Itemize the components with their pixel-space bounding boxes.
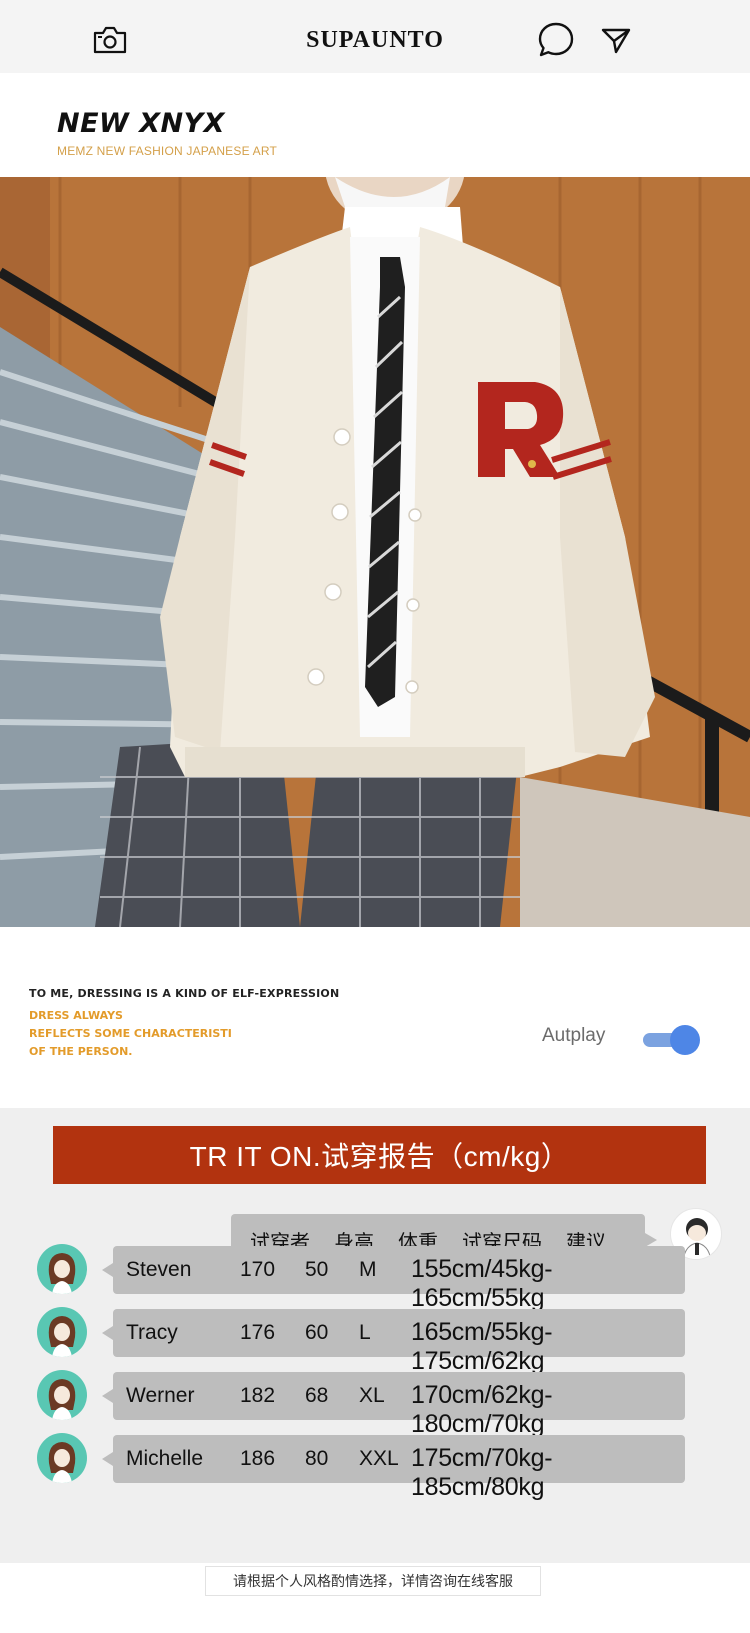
- autoplay-toggle[interactable]: [643, 1024, 701, 1055]
- table-row: Tracy 176 60 L 165cm/55kg-175cm/62kg: [0, 1307, 750, 1375]
- brand-name: SUPAUNTO: [306, 27, 444, 53]
- hero-heading: NEW XNYX MEMZ NEW FASHION JAPANESE ART: [57, 108, 277, 158]
- product-photo: [0, 177, 750, 927]
- tester-name: Tracy: [126, 1321, 178, 1344]
- top-bar: SUPAUNTO: [0, 0, 750, 73]
- report-banner: TR IT ON.试穿报告（cm/kg）: [53, 1126, 706, 1184]
- tester-size: XL: [359, 1384, 385, 1407]
- slogan-line-2: DRESS ALWAYS REFLECTS SOME CHARACTERISTI…: [29, 1009, 232, 1058]
- tester-height: 182: [240, 1384, 276, 1407]
- tester-size: L: [359, 1321, 371, 1344]
- tester-name: Werner: [126, 1384, 195, 1407]
- avatar: [37, 1307, 87, 1357]
- tester-name: Michelle: [126, 1447, 204, 1470]
- row-bubble: Tracy 176 60 L 165cm/55kg-175cm/62kg: [102, 1309, 685, 1375]
- table-row: Werner 182 68 XL 170cm/62kg-180cm/70kg: [0, 1370, 750, 1438]
- tester-size: M: [359, 1258, 377, 1281]
- slogan-block: TO ME, DRESSING IS A KIND OF ELF-EXPRESS…: [29, 987, 339, 1061]
- send-icon[interactable]: [596, 20, 636, 60]
- table-row: Steven 170 50 M 155cm/45kg-165cm/55kg: [0, 1244, 750, 1312]
- avatar: [37, 1244, 87, 1294]
- tester-height: 176: [240, 1321, 276, 1344]
- slogan-line-1: TO ME, DRESSING IS A KIND OF ELF-EXPRESS…: [29, 987, 340, 1000]
- avatar: [37, 1433, 87, 1483]
- tester-name: Steven: [126, 1258, 192, 1281]
- chat-bubble-icon[interactable]: [536, 20, 576, 60]
- tester-height: 186: [240, 1447, 276, 1470]
- tester-advice: 170cm/62kg-180cm/70kg: [411, 1381, 553, 1438]
- tester-advice: 165cm/55kg-175cm/62kg: [411, 1318, 553, 1375]
- tester-weight: 50: [305, 1258, 329, 1281]
- tester-height: 170: [240, 1258, 276, 1281]
- tester-weight: 68: [305, 1384, 329, 1407]
- row-bubble: Michelle 186 80 XXL 175cm/70kg-185cm/80k…: [102, 1435, 685, 1501]
- tester-size: XXL: [359, 1447, 399, 1470]
- table-row: Michelle 186 80 XXL 175cm/70kg-185cm/80k…: [0, 1433, 750, 1501]
- hero-title: NEW XNYX: [57, 108, 226, 139]
- footnote: 请根据个人风格酌情选择，详情咨询在线客服: [205, 1566, 541, 1596]
- size-report: TR IT ON.试穿报告（cm/kg） 试穿者 身高 体重 试穿尺码 建议 S…: [0, 1108, 750, 1563]
- tester-weight: 60: [305, 1321, 329, 1344]
- tester-weight: 80: [305, 1447, 329, 1470]
- tester-advice: 175cm/70kg-185cm/80kg: [411, 1444, 553, 1501]
- row-bubble: Werner 182 68 XL 170cm/62kg-180cm/70kg: [102, 1372, 685, 1438]
- autoplay-label: Autplay: [542, 1025, 606, 1046]
- tester-advice: 155cm/45kg-165cm/55kg: [411, 1255, 553, 1312]
- row-bubble: Steven 170 50 M 155cm/45kg-165cm/55kg: [102, 1246, 685, 1312]
- hero-subtitle: MEMZ NEW FASHION JAPANESE ART: [57, 144, 278, 158]
- toggle-knob[interactable]: [670, 1025, 700, 1055]
- avatar: [37, 1370, 87, 1420]
